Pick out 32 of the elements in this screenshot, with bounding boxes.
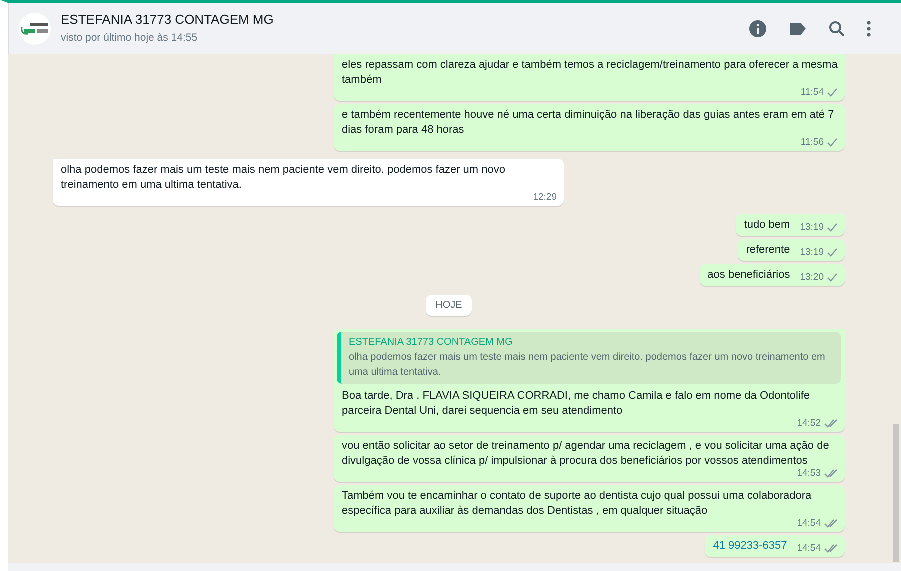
contact-name: ESTEFANIA 31773 CONTAGEM MG [61,11,275,28]
message-time: 14:53 [797,467,821,481]
menu-icon[interactable] [867,20,871,36]
message-time: 11:54 [800,86,824,100]
message-text: olha podemos fazer mais um teste mais nem paciente vem direito. podemos fazer um novo treinamento em uma ultima tentativa. [61,163,506,193]
message-time: 14:54 [797,542,821,556]
phone-link[interactable]: 41 99233-6357 [713,539,788,554]
date-label: HOJE [426,295,472,316]
quoted-author: ESTEFANIA 31773 CONTAGEM MG [349,336,514,350]
message-text: aos beneficiários [708,268,790,283]
label-icon[interactable] [789,22,807,36]
message-text: Também vou te encaminhar o contato de suporte ao dentista cujo qual possui uma colaboradora específica para auxiliar às demandas dos Dentistas , em qualquer situação [342,489,813,519]
message-time: 12:29 [533,191,557,205]
message-text: tudo bem [744,218,790,233]
message-time: 13:19 [800,221,824,235]
message-time: 13:20 [800,271,824,285]
info-icon[interactable] [749,20,767,38]
message-text: e também recentemente houve né uma certa diminuição na liberação das guias antes eram em até 7 dias foram para 48 horas [342,108,836,138]
scrollbar-thumb[interactable] [893,424,899,562]
message-time: 14:52 [797,417,821,431]
message-time: 13:19 [800,246,824,260]
last-seen-text: visto por último hoje às 14:55 [61,31,199,46]
message-time: 11:56 [800,136,824,150]
logo-drawing [20,22,50,36]
quoted-text: olha podemos fazer mais um teste mais nem paciente vem direito. podemos fazer um novo treinamento em uma ultima tentativa. [349,351,826,380]
message-text: referente [746,243,790,258]
message-text: Boa tarde, Dra . FLAVIA SIQUEIRA CORRADI, me chamo Camila e falo em nome da Odontolife parceira Dental Uni, darei sequencia em seu atendimento [342,389,812,419]
contact-avatar[interactable] [19,12,51,44]
search-icon[interactable] [829,20,845,36]
message-time: 14:54 [797,517,821,531]
message-text: eles repassam com clareza ajudar e também temos a reciclagem/treinamento para oferecer a mesma também [342,58,838,88]
message-text: vou então solicitar ao setor de treinamento p/ agendar uma reciclagem , e vou solicitar uma ação de divulgação de vossa clínica p/ impulsionar à procura dos beneficiários por vossos atendimentos [342,439,830,469]
